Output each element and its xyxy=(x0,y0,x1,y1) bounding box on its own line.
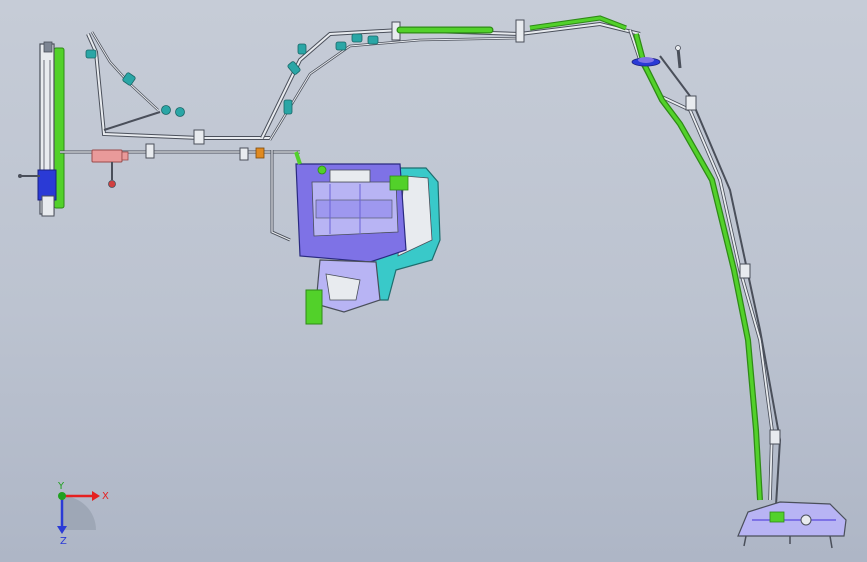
upper-left-pipes[interactable] xyxy=(85,31,270,161)
orange-fitting xyxy=(255,147,265,159)
right-hose-run[interactable] xyxy=(628,29,782,506)
y-axis-label: Y xyxy=(57,481,65,492)
teal-clip-1 xyxy=(122,72,136,86)
pink-connector[interactable] xyxy=(91,149,123,163)
y-axis-dot xyxy=(58,492,66,500)
blue-grommet xyxy=(631,57,661,67)
cad-viewport[interactable]: X Y Z xyxy=(0,0,867,562)
diagonal-pipe-run[interactable] xyxy=(260,19,641,141)
teal-clip-2 xyxy=(85,49,97,59)
x-axis-label: X xyxy=(102,491,109,502)
teal-fitting-pair xyxy=(161,105,185,117)
assembly-scene[interactable]: X Y Z xyxy=(0,0,867,562)
left-mounting-panel[interactable] xyxy=(18,41,65,217)
hvac-module[interactable] xyxy=(270,150,441,325)
z-axis-label: Z xyxy=(60,536,67,547)
bottom-base-unit[interactable] xyxy=(737,501,847,549)
xyz-triad-icon: X Y Z xyxy=(57,481,109,547)
